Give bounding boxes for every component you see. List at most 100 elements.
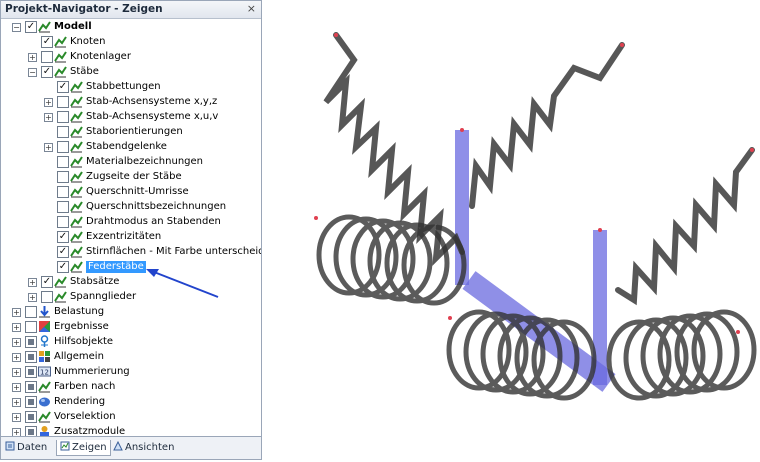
- checkbox-unchecked-icon[interactable]: [57, 201, 69, 213]
- checkbox-checked-icon[interactable]: ✓: [41, 66, 53, 78]
- checkbox-unchecked-icon[interactable]: [57, 111, 69, 123]
- tree-item-ergebnisse[interactable]: + Ergebnisse: [1, 320, 261, 335]
- expand-icon[interactable]: +: [28, 293, 37, 302]
- tree-item-allgemein[interactable]: + Allgemein: [1, 350, 261, 365]
- checkbox-partial-icon[interactable]: [25, 366, 37, 378]
- model-icon: [38, 381, 51, 393]
- expand-icon[interactable]: +: [12, 398, 21, 407]
- tree-item-label: Spannglieder: [70, 291, 137, 302]
- expand-icon[interactable]: +: [28, 278, 37, 287]
- tab-zeigen[interactable]: Zeigen: [56, 440, 111, 456]
- svg-text:12: 12: [40, 369, 49, 377]
- tree-item-label: Nummerierung: [54, 366, 130, 377]
- expand-icon[interactable]: +: [12, 323, 21, 332]
- collapse-icon[interactable]: −: [28, 68, 37, 77]
- expand-icon[interactable]: +: [12, 383, 21, 392]
- tree-item-belastung[interactable]: + Belastung: [1, 305, 261, 320]
- tree-item-label: Belastung: [54, 306, 105, 317]
- checkbox-partial-icon[interactable]: [25, 396, 37, 408]
- tree-item-label: Stabbettungen: [86, 81, 161, 92]
- model-icon: [54, 291, 67, 303]
- tree-item-knoten[interactable]: ✓ Knoten: [1, 35, 261, 50]
- model-icon: [38, 21, 51, 33]
- checkbox-unchecked-icon[interactable]: [57, 171, 69, 183]
- expand-icon[interactable]: +: [12, 353, 21, 362]
- model-3d-view: [314, 32, 757, 401]
- tree-item-nummerierung[interactable]: + 12 Nummerierung: [1, 365, 261, 380]
- model-icon: [54, 276, 67, 288]
- tree-item-knotenlager[interactable]: + Knotenlager: [1, 50, 261, 65]
- tree-item-label: Allgemein: [54, 351, 104, 362]
- tree-item-label: Stäbe: [70, 66, 99, 77]
- checkbox-unchecked-icon[interactable]: [25, 306, 37, 318]
- expand-icon[interactable]: +: [28, 53, 37, 62]
- tree-item-hilfsobjekte[interactable]: + Hilfsobjekte: [1, 335, 261, 350]
- annotation-arrow: [146, 269, 219, 298]
- checkbox-partial-icon[interactable]: [25, 336, 37, 348]
- collapse-icon[interactable]: −: [12, 23, 21, 32]
- close-icon[interactable]: ×: [247, 2, 256, 15]
- tree-item-stab-achsensysteme-xyz[interactable]: + Stab-Achsensysteme x,y,z: [1, 95, 261, 110]
- model-icon: [70, 246, 83, 258]
- checkbox-checked-icon[interactable]: ✓: [25, 21, 37, 33]
- tree-item-label: Ergebnisse: [54, 321, 109, 332]
- checkbox-unchecked-icon[interactable]: [57, 216, 69, 228]
- expand-icon[interactable]: +: [12, 308, 21, 317]
- expand-icon[interactable]: +: [12, 368, 21, 377]
- general-icon: [39, 351, 50, 362]
- checkbox-checked-icon[interactable]: ✓: [41, 276, 53, 288]
- tree-item-materialbezeichnungen[interactable]: Materialbezeichnungen: [1, 155, 261, 170]
- tree-item-rendering[interactable]: + Rendering: [1, 395, 261, 410]
- tree-item-stirnflaechen[interactable]: ✓ Stirnflächen - Mit Farbe unterscheiden: [1, 245, 261, 260]
- tree-item-querschnittsbezeichnungen[interactable]: Querschnittsbezeichnungen: [1, 200, 261, 215]
- tab-daten[interactable]: Daten: [5, 440, 47, 455]
- tree-item-drahtmodus[interactable]: Drahtmodus an Stabenden: [1, 215, 261, 230]
- model-icon: [70, 81, 83, 93]
- checkbox-unchecked-icon[interactable]: [57, 156, 69, 168]
- model-icon: [70, 111, 83, 123]
- checkbox-checked-icon[interactable]: ✓: [57, 231, 69, 243]
- tree-item-zugseite[interactable]: Zugseite der Stäbe: [1, 170, 261, 185]
- expand-icon[interactable]: +: [44, 113, 53, 122]
- model-icon: [70, 231, 83, 243]
- tab-label: Zeigen: [72, 442, 107, 453]
- checkbox-unchecked-icon[interactable]: [41, 291, 53, 303]
- tree-item-staebe[interactable]: − ✓ Stäbe: [1, 65, 261, 80]
- checkbox-partial-icon[interactable]: [25, 351, 37, 363]
- tree-item-staborientierungen[interactable]: Staborientierungen: [1, 125, 261, 140]
- checkbox-checked-icon[interactable]: ✓: [57, 261, 69, 273]
- tree-item-exzentrizitaeten[interactable]: ✓ Exzentrizitäten: [1, 230, 261, 245]
- tree-item-stabendgelenke[interactable]: + Stabendgelenke: [1, 140, 261, 155]
- guide-objects-icon: [40, 335, 49, 347]
- checkbox-unchecked-icon[interactable]: [25, 321, 37, 333]
- checkbox-checked-icon[interactable]: ✓: [41, 36, 53, 48]
- checkbox-checked-icon[interactable]: ✓: [57, 81, 69, 93]
- expand-icon[interactable]: +: [12, 413, 21, 422]
- checkbox-unchecked-icon[interactable]: [57, 141, 69, 153]
- tree-item-label: Stabendgelenke: [86, 141, 167, 152]
- tree-item-farben-nach[interactable]: + Farben nach: [1, 380, 261, 395]
- expand-icon[interactable]: +: [12, 338, 21, 347]
- checkbox-partial-icon[interactable]: [25, 381, 37, 393]
- checkbox-checked-icon[interactable]: ✓: [57, 246, 69, 258]
- checkbox-unchecked-icon[interactable]: [57, 96, 69, 108]
- tree-item-stabbettungen[interactable]: ✓ Stabbettungen: [1, 80, 261, 95]
- expand-icon[interactable]: +: [44, 143, 53, 152]
- tree-item-stab-achsensysteme-xuv[interactable]: + Stab-Achsensysteme x,u,v: [1, 110, 261, 125]
- tab-ansichten[interactable]: Ansichten: [113, 440, 174, 455]
- tree-item-label: Materialbezeichnungen: [86, 156, 203, 167]
- tree-item-modell[interactable]: − ✓ Modell: [1, 20, 261, 35]
- checkbox-unchecked-icon[interactable]: [41, 51, 53, 63]
- model-icon: [54, 66, 67, 78]
- checkbox-unchecked-icon[interactable]: [57, 126, 69, 138]
- tree-item-label: Hilfsobjekte: [54, 336, 114, 347]
- checkbox-unchecked-icon[interactable]: [57, 186, 69, 198]
- tree-item-vorselektion[interactable]: + Vorselektion: [1, 410, 261, 425]
- expand-icon[interactable]: +: [44, 98, 53, 107]
- tree-item-querschnitt-umrisse[interactable]: Querschnitt-Umrisse: [1, 185, 261, 200]
- views-icon: [113, 441, 123, 451]
- model-icon: [70, 141, 83, 153]
- display-icon: [60, 441, 70, 451]
- tree-item-label: Querschnittsbezeichnungen: [86, 201, 227, 212]
- checkbox-partial-icon[interactable]: [25, 411, 37, 423]
